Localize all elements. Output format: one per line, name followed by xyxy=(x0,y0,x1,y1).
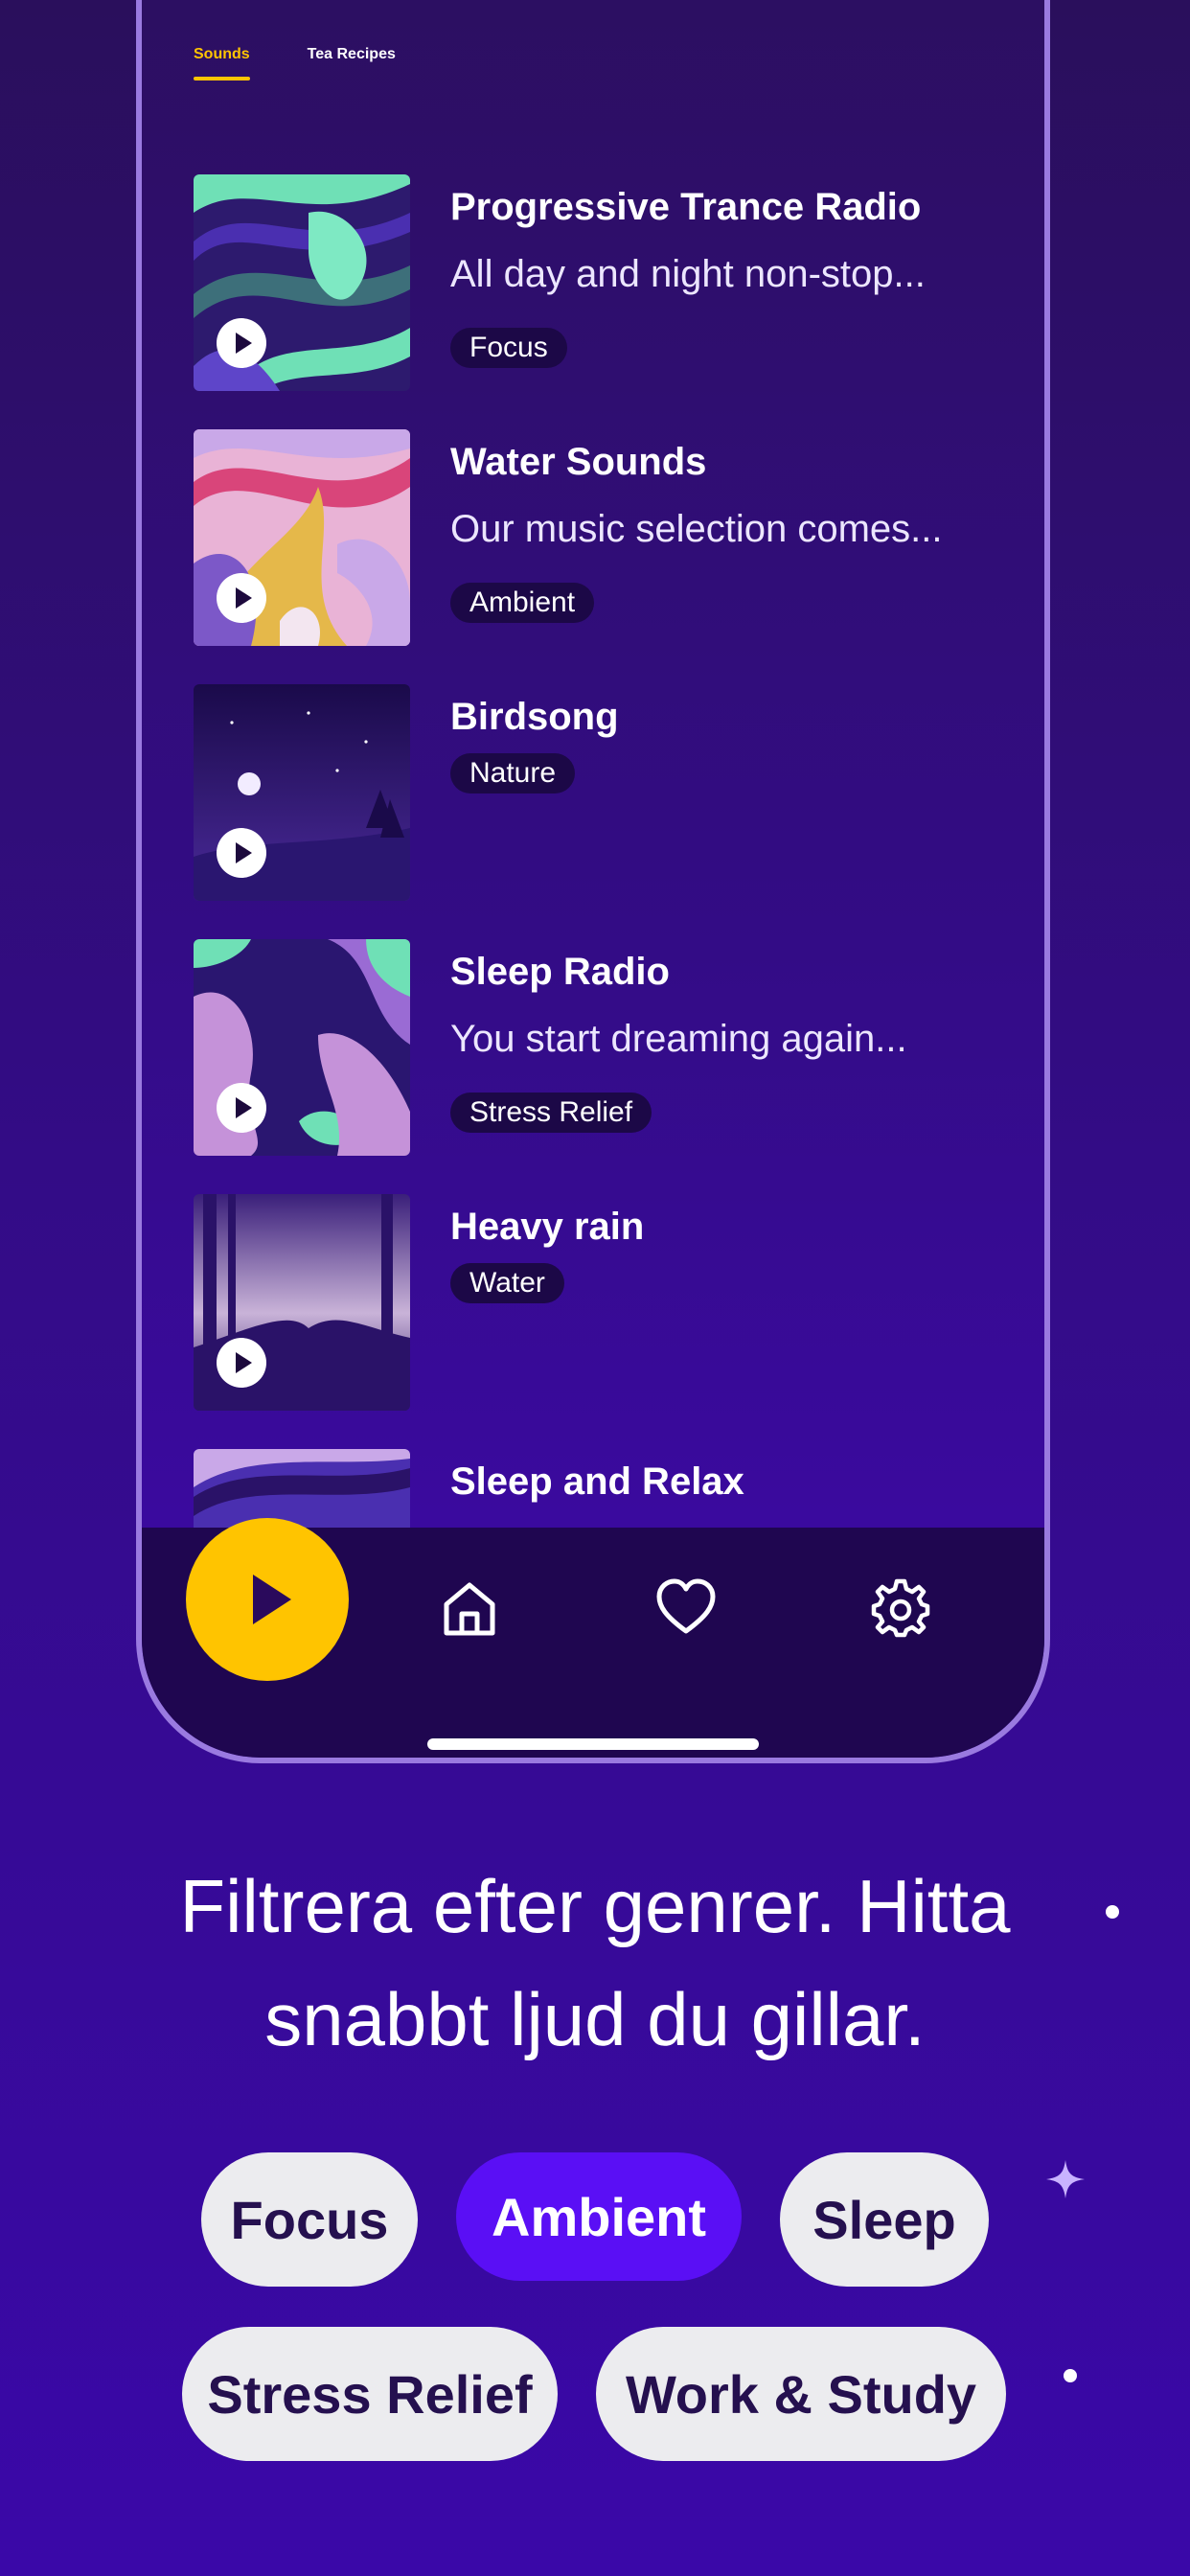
play-icon[interactable] xyxy=(217,1338,266,1388)
gear-icon[interactable] xyxy=(870,1577,931,1639)
sound-description: Our music selection comes... xyxy=(450,508,943,550)
play-icon[interactable] xyxy=(217,828,266,878)
play-icon[interactable] xyxy=(217,573,266,623)
sound-title: Sleep and Relax xyxy=(450,1460,744,1503)
sparkle-icon xyxy=(1046,2160,1085,2198)
decorative-dot xyxy=(1106,1905,1119,1919)
tab-sounds[interactable]: Sounds xyxy=(194,46,250,80)
list-item[interactable]: Sleep Radio You start dreaming again... … xyxy=(194,939,979,1156)
genre-chip-sleep[interactable]: Sleep xyxy=(780,2152,989,2287)
tab-bar: Sounds Tea Recipes xyxy=(194,46,396,80)
genre-tag: Water xyxy=(450,1263,564,1303)
tab-tea-recipes[interactable]: Tea Recipes xyxy=(308,46,396,80)
sound-artwork xyxy=(194,1194,410,1411)
sound-artwork xyxy=(194,429,410,646)
sound-title: Heavy rain xyxy=(450,1206,645,1248)
phone-frame: Sounds Tea Recipes Progressive Trance Ra… xyxy=(136,0,1050,1763)
sound-title: Water Sounds xyxy=(450,441,707,483)
genre-tag: Ambient xyxy=(450,583,595,623)
genre-chip-ambient[interactable]: Ambient xyxy=(456,2152,742,2281)
genre-tag: Stress Relief xyxy=(450,1092,652,1133)
sound-title: Sleep Radio xyxy=(450,951,670,993)
play-icon[interactable] xyxy=(186,1518,349,1681)
sound-artwork xyxy=(194,174,410,391)
home-icon[interactable] xyxy=(439,1577,500,1639)
sound-title: Birdsong xyxy=(450,696,619,738)
list-item[interactable]: Water Sounds Our music selection comes..… xyxy=(194,429,979,646)
list-item[interactable]: Birdsong Nature xyxy=(194,684,979,901)
genre-chip-stress-relief[interactable]: Stress Relief xyxy=(182,2327,558,2461)
genre-chip-focus[interactable]: Focus xyxy=(201,2152,418,2287)
play-icon[interactable] xyxy=(217,318,266,368)
genre-chip-work-study[interactable]: Work & Study xyxy=(596,2327,1006,2461)
genre-tag: Focus xyxy=(450,328,567,368)
sound-artwork xyxy=(194,684,410,901)
genre-tag: Nature xyxy=(450,753,576,794)
heart-icon[interactable] xyxy=(655,1577,717,1639)
sound-description: You start dreaming again... xyxy=(450,1018,907,1060)
sound-title: Progressive Trance Radio xyxy=(450,186,922,228)
sound-artwork xyxy=(194,939,410,1156)
sound-description: All day and night non-stop... xyxy=(450,253,926,295)
list-item[interactable]: Progressive Trance Radio All day and nig… xyxy=(194,174,979,391)
decorative-dot xyxy=(1064,2369,1077,2382)
home-indicator xyxy=(427,1738,759,1750)
play-icon[interactable] xyxy=(217,1083,266,1133)
bottom-navigation xyxy=(142,1518,1044,1758)
list-item[interactable]: Heavy rain Water xyxy=(194,1194,979,1411)
headline: Filtrera efter genrer. Hitta snabbt ljud… xyxy=(179,1864,1011,2061)
